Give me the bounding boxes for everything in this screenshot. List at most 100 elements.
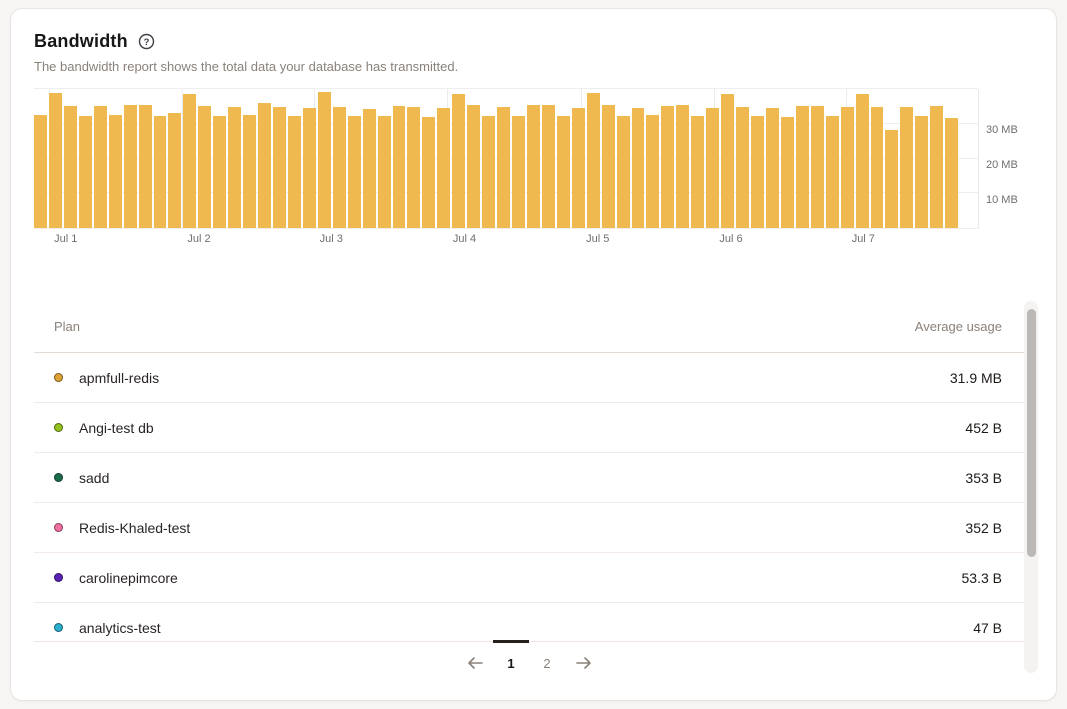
chart-y-axis: 10 MB20 MB30 MB	[986, 89, 1046, 229]
chart-bar[interactable]	[676, 105, 689, 228]
chart-bar[interactable]	[407, 107, 420, 228]
plan-name: sadd	[79, 470, 109, 486]
chart-bar[interactable]	[139, 105, 152, 228]
chart-bar[interactable]	[49, 93, 62, 228]
chart-bar[interactable]	[661, 106, 674, 228]
chart-bar[interactable]	[871, 107, 884, 228]
chart-bar[interactable]	[587, 93, 600, 228]
plan-name: analytics-test	[79, 620, 161, 636]
table-scrollbar-thumb[interactable]	[1027, 309, 1036, 557]
table-scrollbar-track[interactable]	[1024, 301, 1038, 673]
series-dot	[54, 523, 63, 532]
chart-bar[interactable]	[228, 107, 241, 228]
svg-text:?: ?	[143, 37, 149, 48]
chart-bar[interactable]	[706, 108, 719, 228]
chart-bar[interactable]	[632, 108, 645, 228]
chart-bar[interactable]	[109, 115, 122, 228]
chart-bar[interactable]	[497, 107, 510, 228]
chart-bar[interactable]	[168, 113, 181, 228]
chart-bar[interactable]	[198, 106, 211, 228]
chart-bar[interactable]	[452, 94, 465, 228]
usage-value: 53.3 B	[962, 570, 1002, 586]
chart-bar[interactable]	[766, 108, 779, 228]
chart-bar[interactable]	[318, 92, 331, 228]
chart-bar[interactable]	[945, 118, 958, 229]
chart-bar[interactable]	[796, 106, 809, 228]
chart-bar[interactable]	[258, 103, 271, 228]
table-row[interactable]: sadd 353 B	[34, 453, 1024, 503]
page-button-2[interactable]: 2	[529, 642, 565, 684]
series-dot	[54, 423, 63, 432]
chart-bar[interactable]	[378, 116, 391, 228]
bandwidth-chart: 10 MB20 MB30 MB Jul 1Jul 2Jul 3Jul 4Jul …	[34, 89, 979, 249]
chart-bar[interactable]	[64, 106, 77, 228]
usage-value: 352 B	[965, 520, 1002, 536]
x-axis-label: Jul 5	[586, 233, 609, 245]
chart-bar[interactable]	[154, 116, 167, 228]
chart-bar[interactable]	[841, 107, 854, 228]
x-axis-label: Jul 7	[852, 233, 875, 245]
chart-bar[interactable]	[900, 107, 913, 228]
question-circle-icon[interactable]: ?	[138, 33, 155, 50]
chart-bar[interactable]	[885, 130, 898, 228]
chart-bar[interactable]	[572, 108, 585, 228]
table-row[interactable]: apmfull-redis 31.9 MB	[34, 353, 1024, 403]
usage-value: 47 B	[973, 620, 1002, 636]
plan-name: carolinepimcore	[79, 570, 178, 586]
series-dot	[54, 573, 63, 582]
x-axis-label: Jul 4	[453, 233, 476, 245]
chart-bar[interactable]	[437, 108, 450, 228]
chart-bar[interactable]	[691, 116, 704, 228]
chart-bar[interactable]	[363, 109, 376, 228]
chart-bar[interactable]	[333, 107, 346, 228]
column-plan: Plan	[54, 319, 80, 334]
chart-bar[interactable]	[348, 116, 361, 228]
chart-bar[interactable]	[79, 116, 92, 228]
chart-bar[interactable]	[602, 105, 615, 228]
arrow-right-icon[interactable]	[565, 642, 601, 684]
chart-bar[interactable]	[482, 116, 495, 228]
table-row[interactable]: Angi-test db 452 B	[34, 403, 1024, 453]
chart-bar[interactable]	[94, 106, 107, 228]
chart-bar[interactable]	[557, 116, 570, 228]
series-dot	[54, 373, 63, 382]
chart-bar[interactable]	[811, 106, 824, 228]
chart-bar[interactable]	[213, 116, 226, 228]
chart-bar[interactable]	[34, 115, 47, 228]
y-axis-label: 30 MB	[986, 124, 1018, 136]
chart-bar[interactable]	[512, 116, 525, 228]
chart-bar[interactable]	[273, 107, 286, 228]
chart-bar[interactable]	[542, 105, 555, 228]
table-row[interactable]: carolinepimcore 53.3 B	[34, 553, 1024, 603]
chart-bar[interactable]	[915, 116, 928, 228]
chart-bar[interactable]	[856, 94, 869, 228]
chart-bar[interactable]	[124, 105, 137, 228]
chart-bar[interactable]	[930, 106, 943, 228]
chart-bar[interactable]	[527, 105, 540, 228]
page-button-1[interactable]: 1	[493, 642, 529, 684]
arrow-left-icon[interactable]	[457, 642, 493, 684]
chart-bar[interactable]	[826, 116, 839, 228]
chart-bars	[34, 89, 958, 228]
plan-name: Redis-Khaled-test	[79, 520, 190, 536]
chart-bar[interactable]	[646, 115, 659, 228]
chart-bar[interactable]	[393, 106, 406, 228]
chart-bar[interactable]	[183, 94, 196, 228]
chart-bar[interactable]	[736, 107, 749, 228]
chart-bar[interactable]	[288, 116, 301, 228]
chart-bar[interactable]	[721, 94, 734, 228]
table-row[interactable]: analytics-test 47 B	[34, 603, 1024, 642]
chart-bar[interactable]	[243, 115, 256, 228]
x-axis-label: Jul 2	[187, 233, 210, 245]
chart-bar[interactable]	[467, 105, 480, 228]
series-dot	[54, 473, 63, 482]
chart-bar[interactable]	[751, 116, 764, 228]
usage-value: 452 B	[965, 420, 1002, 436]
chart-bar[interactable]	[781, 117, 794, 228]
table-row[interactable]: Redis-Khaled-test 352 B	[34, 503, 1024, 553]
chart-bar[interactable]	[422, 117, 435, 228]
card-subtitle: The bandwidth report shows the total dat…	[34, 59, 458, 74]
chart-bar[interactable]	[617, 116, 630, 228]
chart-bar[interactable]	[303, 108, 316, 228]
usage-table: Plan Average usage apmfull-redis 31.9 MB…	[34, 301, 1024, 642]
